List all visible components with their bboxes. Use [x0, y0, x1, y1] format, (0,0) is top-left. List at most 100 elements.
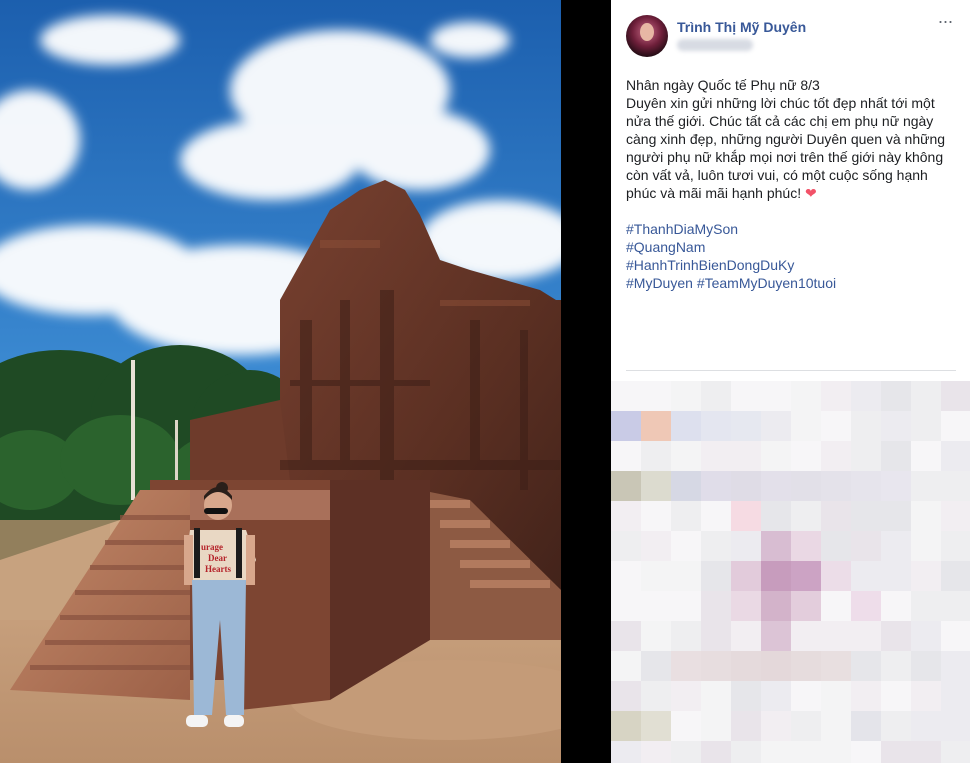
temple-photo: urage Dear Hearts — [0, 0, 561, 763]
hashtag-link[interactable]: #ThanhDiaMySon — [626, 221, 738, 237]
caption-line: phúc và mãi mãi hạnh phúc! ❤ — [626, 184, 961, 202]
redaction-pixel — [911, 651, 941, 681]
redaction-pixel — [941, 441, 970, 471]
caption-line: còn vất vả, luôn tươi vui, có một cuộc s… — [626, 167, 928, 183]
redaction-pixel — [701, 621, 731, 651]
redaction-pixel — [611, 501, 641, 531]
caption-line: người phụ nữ khắp mọi nơi trên thế giới … — [626, 149, 944, 165]
post-meta-redacted — [677, 39, 753, 51]
redaction-pixel — [701, 441, 731, 471]
redaction-pixel — [611, 561, 641, 591]
redaction-pixel — [821, 621, 851, 651]
post-photo[interactable]: urage Dear Hearts — [0, 0, 561, 763]
redaction-pixel — [671, 381, 701, 411]
redaction-pixel — [611, 591, 641, 621]
redaction-pixel — [611, 741, 641, 763]
redaction-pixel — [731, 441, 761, 471]
redaction-pixel — [941, 591, 970, 621]
shirt-text-1: urage — [201, 542, 223, 552]
caption-line: nửa thế giới. Chúc tất cả các chị em phụ… — [626, 113, 934, 129]
redaction-pixel — [641, 681, 671, 711]
redaction-pixel — [791, 471, 821, 501]
redaction-pixel — [911, 411, 941, 441]
redaction-pixel — [881, 501, 911, 531]
redaction-pixel — [611, 651, 641, 681]
redaction-pixel — [821, 501, 851, 531]
post-header: Trình Thị Mỹ Duyên ··· — [611, 0, 970, 64]
redaction-pixel — [791, 531, 821, 561]
redaction-pixel — [671, 411, 701, 441]
redaction-pixel — [881, 711, 911, 741]
redaction-pixel — [851, 561, 881, 591]
redaction-pixel — [761, 651, 791, 681]
redaction-pixel — [851, 651, 881, 681]
redaction-pixel — [761, 681, 791, 711]
redaction-pixel — [851, 741, 881, 763]
post-caption: Nhân ngày Quốc tế Phụ nữ 8/3 Duyên xin g… — [626, 76, 961, 202]
redaction-pixel — [671, 501, 701, 531]
redaction-pixel — [611, 381, 641, 411]
redaction-pixel — [731, 741, 761, 763]
redaction-pixel — [701, 741, 731, 763]
redaction-pixel — [791, 621, 821, 651]
redaction-pixel — [821, 381, 851, 411]
redaction-pixel — [851, 591, 881, 621]
more-options-icon[interactable]: ··· — [934, 12, 956, 34]
redaction-pixel — [731, 591, 761, 621]
redaction-pixel — [911, 621, 941, 651]
redaction-pixel — [701, 531, 731, 561]
redaction-pixel — [731, 411, 761, 441]
redaction-pixel — [731, 471, 761, 501]
redaction-pixel — [851, 411, 881, 441]
redaction-pixel — [851, 441, 881, 471]
post-side-panel: Trình Thị Mỹ Duyên ··· Nhân ngày Quốc tế… — [611, 0, 970, 763]
redaction-pixel — [611, 621, 641, 651]
redaction-pixel — [941, 381, 970, 411]
redaction-pixel — [761, 381, 791, 411]
redaction-pixel — [881, 741, 911, 763]
redaction-pixel — [791, 561, 821, 591]
redaction-pixel — [941, 561, 970, 591]
redaction-pixel — [941, 411, 970, 441]
redaction-pixel — [881, 381, 911, 411]
redaction-pixel — [851, 531, 881, 561]
redaction-pixel — [701, 411, 731, 441]
redaction-pixel — [761, 471, 791, 501]
redaction-pixel — [911, 591, 941, 621]
redaction-pixel — [941, 681, 970, 711]
redaction-pixel — [941, 621, 970, 651]
redaction-pixel — [881, 591, 911, 621]
redaction-pixel — [851, 471, 881, 501]
redaction-pixel — [731, 711, 761, 741]
redaction-pixel — [641, 411, 671, 441]
author-name[interactable]: Trình Thị Mỹ Duyên — [677, 19, 806, 35]
redaction-pixel — [611, 471, 641, 501]
redaction-pixel — [821, 591, 851, 621]
redaction-pixel — [911, 441, 941, 471]
redaction-pixel — [791, 591, 821, 621]
redaction-pixel — [611, 711, 641, 741]
redaction-pixel — [671, 441, 701, 471]
redaction-pixel — [761, 531, 791, 561]
redaction-pixel — [821, 741, 851, 763]
redaction-pixel — [641, 381, 671, 411]
redaction-pixel — [671, 651, 701, 681]
redaction-pixel — [701, 561, 731, 591]
redaction-pixel — [671, 621, 701, 651]
redaction-pixel — [851, 711, 881, 741]
redaction-pixel — [821, 441, 851, 471]
redaction-pixel — [701, 651, 731, 681]
hashtag-link[interactable]: #QuangNam — [626, 239, 705, 255]
redaction-pixel — [791, 681, 821, 711]
redaction-pixel — [791, 711, 821, 741]
hashtag-link[interactable]: #TeamMyDuyen10tuoi — [697, 275, 836, 291]
hashtag-link[interactable]: #MyDuyen — [626, 275, 693, 291]
avatar[interactable] — [626, 15, 668, 57]
hashtag-list: #ThanhDiaMySon #QuangNam #HanhTrinhBienD… — [626, 220, 836, 292]
redaction-pixel — [851, 621, 881, 651]
redaction-pixel — [731, 501, 761, 531]
redaction-pixel — [881, 441, 911, 471]
hashtag-link[interactable]: #HanhTrinhBienDongDuKy — [626, 257, 794, 273]
redaction-pixel — [791, 741, 821, 763]
redaction-pixel — [641, 711, 671, 741]
